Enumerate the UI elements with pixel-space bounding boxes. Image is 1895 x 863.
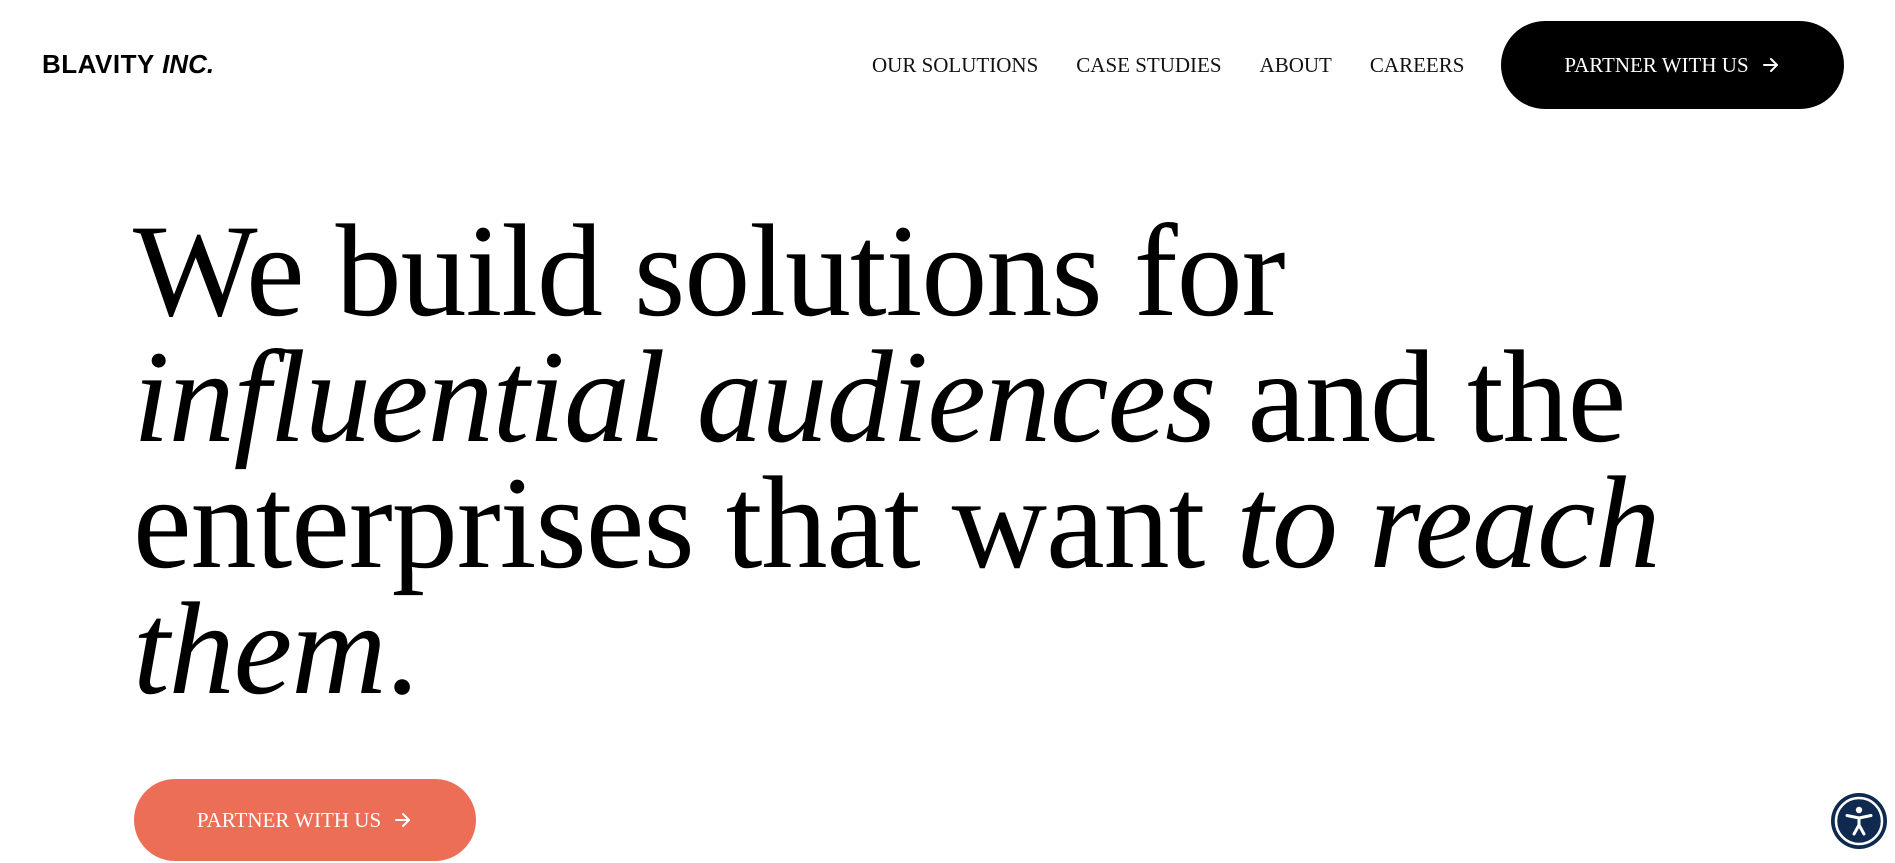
accessibility-button[interactable] [1831,793,1887,849]
hero-period: . [385,575,419,722]
partner-hero-label: PARTNER WITH US [196,807,382,832]
arrow-right-icon [395,813,411,827]
hero-line-2: influential audiences and the [133,331,1833,463]
nav-about[interactable]: ABOUT [1260,48,1332,82]
hero-emphasis-reach: to reach [1236,449,1660,596]
partner-header-label: PARTNER WITH US [1564,52,1749,77]
arrow-right-icon [1762,58,1778,72]
main-nav: OUR SOLUTIONS CASE STUDIES ABOUT CAREERS [872,48,1464,82]
accessibility-icon [1834,796,1884,846]
hero-line-2-text: and the [1215,323,1626,470]
partner-with-us-hero-button[interactable]: PARTNER WITH US [134,779,476,861]
logo-wordmark: BLAVITY [42,49,163,79]
logo-inc: INC. [162,49,215,79]
hero-headline: We build solutions for influential audie… [133,205,1833,715]
hero-line-3: enterprises that want to reach [133,457,1833,589]
nav-careers[interactable]: CAREERS [1370,48,1465,82]
blavity-logo[interactable]: BLAVITY INC. [42,48,214,80]
nav-case-studies[interactable]: CASE STUDIES [1076,48,1221,82]
nav-our-solutions[interactable]: OUR SOLUTIONS [872,48,1038,82]
hero-line-1-text: We build solutions for [133,197,1286,344]
hero-line-1: We build solutions for [133,205,1833,337]
partner-with-us-header-button[interactable]: PARTNER WITH US [1501,21,1844,109]
site-header: BLAVITY INC. OUR SOLUTIONS CASE STUDIES … [0,0,1895,130]
hero-line-3-text: enterprises that want [133,449,1237,596]
hero-line-4: them. [133,583,1833,715]
hero-emphasis-audiences: influential audiences [133,323,1216,470]
hero-emphasis-them: them [133,575,387,722]
